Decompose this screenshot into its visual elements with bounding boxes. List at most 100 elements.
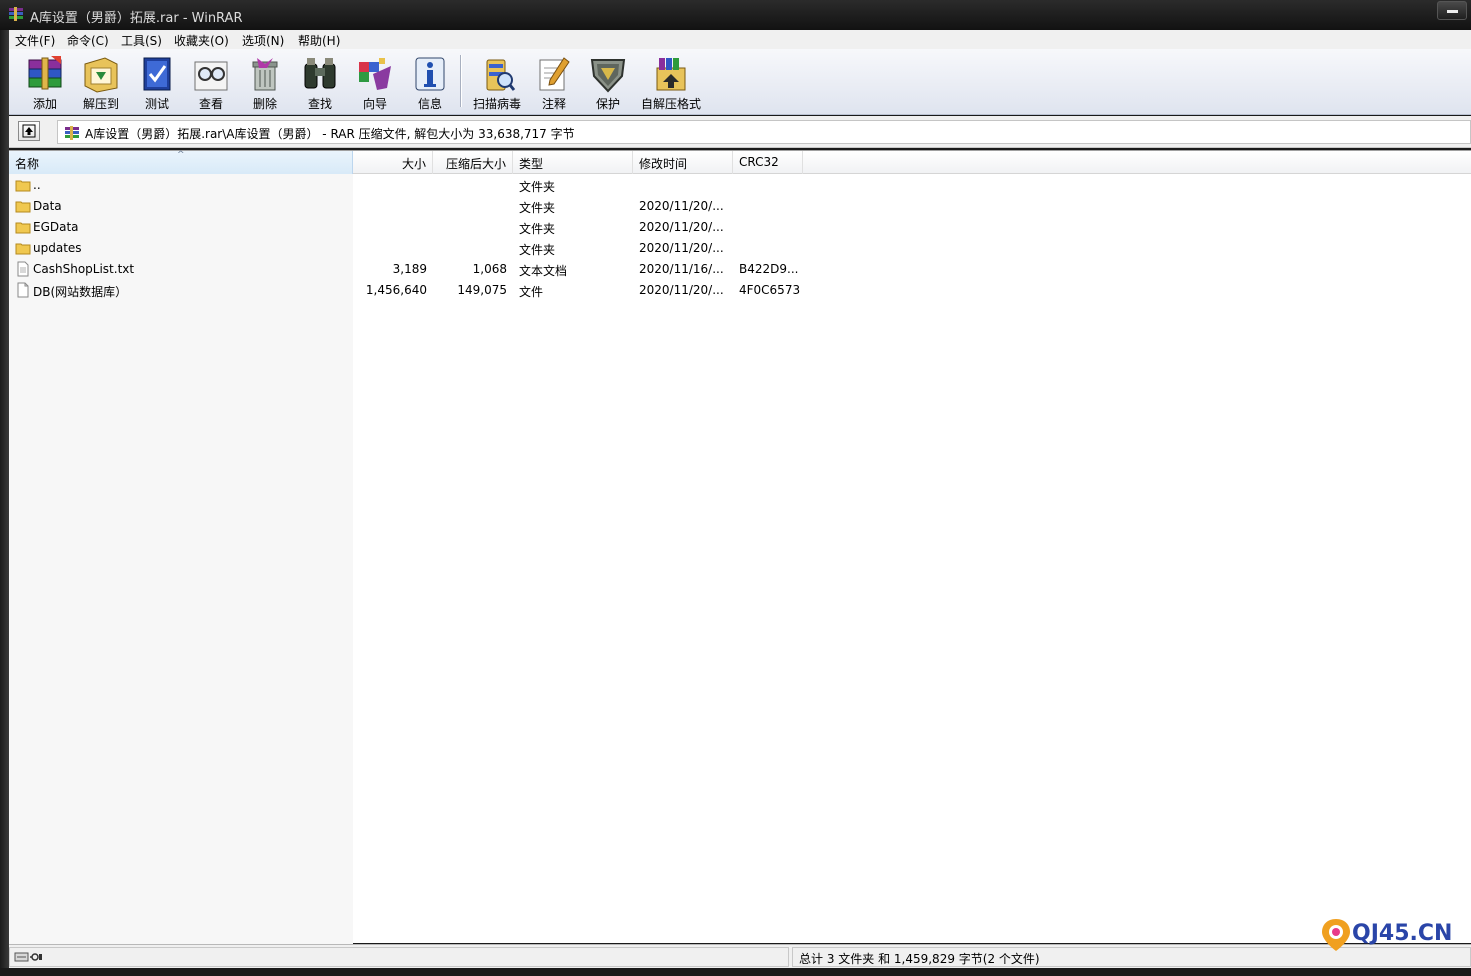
file-modified: 2020/11/20/...: [639, 283, 724, 297]
file-type: 文件夹: [519, 201, 556, 215]
file-modified: 2020/11/16/...: [639, 262, 724, 276]
tool-scan-virus-button[interactable]: 扫描病毒: [467, 52, 527, 112]
file-name: updates: [33, 241, 82, 255]
tool-wizard-label: 向导: [362, 97, 387, 111]
column-header-packed[interactable]: 压缩后大小: [433, 151, 513, 174]
info-icon: [415, 57, 445, 91]
tool-find-label: 查找: [307, 97, 332, 111]
file-name: ..: [33, 178, 41, 192]
tool-find-button[interactable]: 查找: [294, 52, 346, 112]
list-item[interactable]: EGData 文件夹 2020/11/20/...: [9, 217, 1471, 238]
status-bar: 总计 3 文件夹 和 1,459,829 字节(2 个文件): [9, 944, 1471, 968]
column-header-crc[interactable]: CRC32: [733, 151, 803, 174]
file-modified: 2020/11/20/...: [639, 220, 724, 234]
tool-protect-button[interactable]: 保护: [582, 52, 634, 112]
watermark-logo: QJ45.CN: [1320, 915, 1455, 955]
window-left-border: [0, 30, 9, 968]
toolbar-separator: [460, 55, 462, 107]
menu-favorites[interactable]: 收藏夹(O): [174, 32, 229, 49]
tool-comment-button[interactable]: 注释: [528, 52, 580, 112]
column-header-size[interactable]: 大小: [353, 151, 433, 174]
file-name: EGData: [33, 220, 79, 234]
test-icon: [143, 57, 171, 91]
list-item[interactable]: Data 文件夹 2020/11/20/...: [9, 196, 1471, 217]
column-name-label: 名称: [15, 157, 40, 171]
minimize-button[interactable]: [1437, 1, 1467, 20]
tool-view-button[interactable]: 查看: [185, 52, 237, 112]
file-type: 文本文档: [519, 264, 568, 278]
column-header-name[interactable]: 名称 ^: [9, 150, 353, 174]
file-type: 文件夹: [519, 180, 556, 194]
view-icon: [194, 61, 228, 91]
tool-test-label: 测试: [144, 97, 169, 111]
column-header-modified[interactable]: 修改时间: [633, 151, 733, 174]
text-file-icon: [17, 261, 29, 277]
sfx-icon: [656, 58, 686, 91]
tool-info-label: 信息: [417, 97, 442, 111]
file-modified: 2020/11/20/...: [639, 199, 724, 213]
menu-help[interactable]: 帮助(H): [298, 32, 340, 49]
status-left-pane: [9, 947, 789, 967]
title-bar: A库设置（男爵）拓展.rar - WinRAR: [0, 0, 1471, 30]
menu-file[interactable]: 文件(F): [15, 32, 55, 49]
tool-add-button[interactable]: 添加: [19, 52, 71, 112]
file-icon: [17, 282, 29, 298]
file-name: CashShopList.txt: [33, 262, 135, 276]
file-modified: 2020/11/20/...: [639, 241, 724, 255]
file-type: 文件夹: [519, 222, 556, 236]
menu-command[interactable]: 命令(C): [67, 32, 109, 49]
list-item[interactable]: updates 文件夹 2020/11/20/...: [9, 238, 1471, 259]
watermark-text: QJ45.CN: [1352, 921, 1453, 946]
up-one-level-button[interactable]: [18, 121, 40, 141]
folder-icon: [15, 180, 31, 192]
address-bar: A库设置（男爵）拓展.rar\A库设置（男爵） - RAR 压缩文件, 解包大小…: [9, 116, 1471, 148]
tool-sfx-label: 自解压格式: [640, 97, 701, 111]
sort-ascending-icon: ^: [177, 150, 185, 160]
comment-icon: [539, 57, 570, 91]
tool-extract-to-label: 解压到: [82, 97, 119, 111]
location-pin-icon: [1322, 919, 1350, 951]
list-item[interactable]: .. 文件夹: [9, 175, 1471, 196]
tool-extract-to-button[interactable]: 解压到: [75, 52, 127, 112]
tool-protect-label: 保护: [595, 97, 620, 111]
wizard-icon: [359, 58, 391, 90]
file-crc: B422D9...: [739, 262, 799, 276]
address-field[interactable]: A库设置（男爵）拓展.rar\A库设置（男爵） - RAR 压缩文件, 解包大小…: [57, 120, 1471, 144]
extract-to-icon: [84, 57, 118, 93]
tool-delete-button[interactable]: 删除: [239, 52, 291, 112]
list-item[interactable]: CashShopList.txt 3,189 1,068 文本文档 2020/1…: [9, 259, 1471, 280]
add-icon: [28, 56, 62, 90]
file-packed-size: 149,075: [457, 283, 507, 297]
archive-icon: [65, 126, 79, 140]
status-summary: 总计 3 文件夹 和 1,459,829 字节(2 个文件): [799, 952, 1040, 966]
file-type: 文件: [519, 285, 544, 299]
file-size: 1,456,640: [365, 283, 427, 297]
address-path: A库设置（男爵）拓展.rar\A库设置（男爵） - RAR 压缩文件, 解包大小…: [85, 127, 575, 141]
file-list: 名称 ^ 大小 压缩后大小 类型 修改时间 CRC32 .. 文件夹 Data …: [9, 150, 1471, 944]
minimize-icon: [1447, 10, 1458, 13]
folder-icon: [15, 201, 31, 213]
tool-scan-virus-label: 扫描病毒: [472, 97, 521, 111]
scan-virus-icon: [486, 59, 516, 91]
delete-icon: [252, 58, 278, 91]
file-type: 文件夹: [519, 243, 556, 257]
tool-test-button[interactable]: 测试: [131, 52, 183, 112]
window-title: A库设置（男爵）拓展.rar - WinRAR: [30, 11, 243, 26]
tool-view-label: 查看: [198, 97, 223, 111]
window-bottom-border: [0, 968, 1471, 976]
find-icon: [304, 58, 336, 89]
tool-add-label: 添加: [32, 97, 57, 111]
tool-info-button[interactable]: 信息: [404, 52, 456, 112]
menu-tools[interactable]: 工具(S): [121, 32, 162, 49]
tool-delete-label: 删除: [252, 97, 277, 111]
winrar-books-icon: [9, 7, 23, 21]
tool-wizard-button[interactable]: 向导: [349, 52, 401, 112]
file-size: 3,189: [392, 262, 427, 276]
folder-icon: [15, 243, 31, 255]
menu-options[interactable]: 选项(N): [242, 32, 284, 49]
column-header-type[interactable]: 类型: [513, 151, 633, 174]
toolbar: 添加 解压到 测试 查看 删除 查找 向导 信息 扫描病毒 注释 保护 自解压格…: [9, 49, 1471, 115]
list-item[interactable]: DB(网站数据库） 1,456,640 149,075 文件 2020/11/2…: [9, 280, 1471, 301]
tool-sfx-button[interactable]: 自解压格式: [636, 52, 706, 112]
file-packed-size: 1,068: [472, 262, 507, 276]
